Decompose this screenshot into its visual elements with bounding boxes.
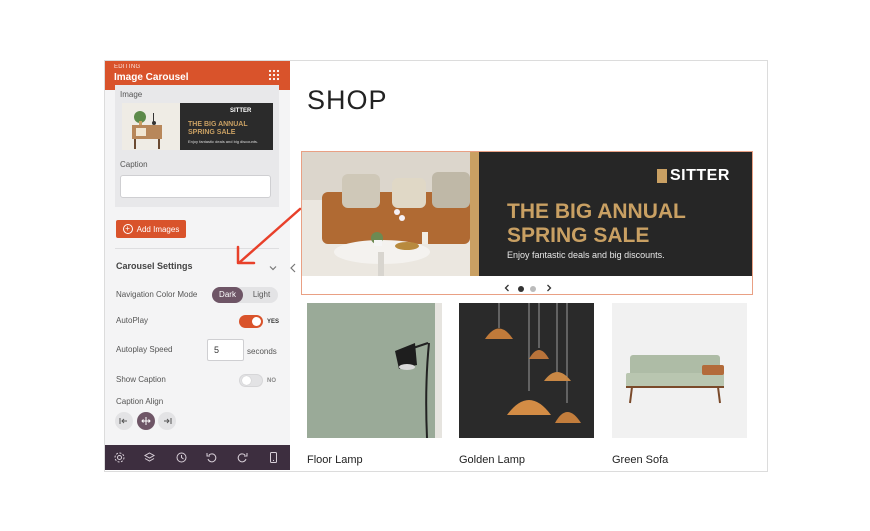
nav-color-mode-label: Navigation Color Mode: [116, 290, 198, 299]
thumbnail-photo: [122, 103, 180, 150]
headline-subtext: Enjoy fantastic deals and big discounts.: [507, 250, 665, 260]
caption-label: Caption: [120, 160, 148, 169]
thumbnail-headline-1: THE BIG ANNUAL: [188, 121, 248, 128]
thumbnail-subtext: Enjoy fantastic deals and big discounts.: [188, 139, 259, 144]
carousel-dot-active[interactable]: [518, 286, 524, 292]
product-name[interactable]: Floor Lamp: [307, 454, 363, 466]
align-center-icon[interactable]: [137, 412, 155, 430]
brand-name: SITTER: [670, 167, 730, 184]
autoplay-state: YES: [267, 319, 280, 325]
show-caption-label: Show Caption: [116, 375, 166, 384]
editing-label: EDITING: [114, 64, 141, 70]
thumbnail-brand: SITTER: [230, 108, 252, 114]
show-caption-state: NO: [267, 378, 276, 384]
redo-icon[interactable]: [236, 451, 249, 464]
annotation-arrow-icon: [236, 207, 302, 265]
thumbnail-headline-2: SPRING SALE: [188, 129, 236, 136]
product-name[interactable]: Golden Lamp: [459, 454, 525, 466]
image-thumbnail[interactable]: SITTER THE BIG ANNUAL SPRING SALE Enjoy …: [122, 103, 273, 150]
brand-logo: SITTER: [657, 167, 730, 185]
product-image-golden-lamp[interactable]: [459, 303, 594, 438]
gold-stripe: [470, 152, 479, 276]
product-name[interactable]: Green Sofa: [612, 454, 668, 466]
carousel-next-icon[interactable]: [545, 283, 553, 296]
caption-input[interactable]: [120, 175, 271, 198]
align-left-icon[interactable]: [115, 412, 133, 430]
align-right-icon[interactable]: [158, 412, 176, 430]
carousel-prev-icon[interactable]: [503, 283, 511, 296]
history-icon[interactable]: [175, 451, 188, 464]
carousel-settings-title[interactable]: Carousel Settings: [116, 261, 193, 271]
gear-icon[interactable]: [113, 451, 126, 464]
image-label: Image: [120, 90, 143, 99]
show-caption-toggle[interactable]: [239, 374, 263, 387]
seconds-unit: seconds: [247, 347, 277, 356]
autoplay-speed-input[interactable]: 5: [207, 339, 244, 361]
undo-icon[interactable]: [205, 451, 218, 464]
headline-line-2: SPRING SALE: [507, 224, 650, 247]
headline-line-1: THE BIG ANNUAL: [507, 200, 686, 223]
sofa-photo: [302, 152, 470, 276]
toggle-knob: [252, 317, 261, 326]
autoplay-toggle[interactable]: [239, 315, 263, 328]
layers-icon[interactable]: [143, 451, 156, 464]
page-title: SHOP: [307, 85, 388, 115]
nav-color-dark-option[interactable]: Dark: [212, 287, 243, 303]
carousel-slide[interactable]: SITTER THE BIG ANNUAL SPRING SALE Enjoy …: [302, 152, 752, 276]
add-images-button[interactable]: + Add Images: [116, 220, 186, 238]
autoplay-label: AutoPlay: [116, 316, 149, 325]
module-title: Image Carousel: [114, 72, 189, 83]
nav-color-mode-switch: Dark Light: [212, 287, 278, 303]
add-images-label: Add Images: [136, 224, 180, 234]
caption-align-label: Caption Align: [116, 397, 164, 406]
plus-circle-icon: +: [122, 224, 133, 234]
mobile-preview-icon[interactable]: [267, 451, 280, 464]
carousel-dot[interactable]: [530, 286, 536, 292]
toggle-knob: [242, 376, 251, 385]
brand-mark-icon: [657, 169, 667, 183]
product-image-floor-lamp[interactable]: [307, 303, 442, 438]
sidebar-footer-toolbar: [105, 445, 290, 470]
product-image-green-sofa[interactable]: [612, 303, 747, 438]
autoplay-speed-label: Autoplay Speed: [116, 345, 173, 354]
drag-handle-icon[interactable]: [268, 69, 280, 81]
nav-color-light-option[interactable]: Light: [245, 287, 278, 303]
